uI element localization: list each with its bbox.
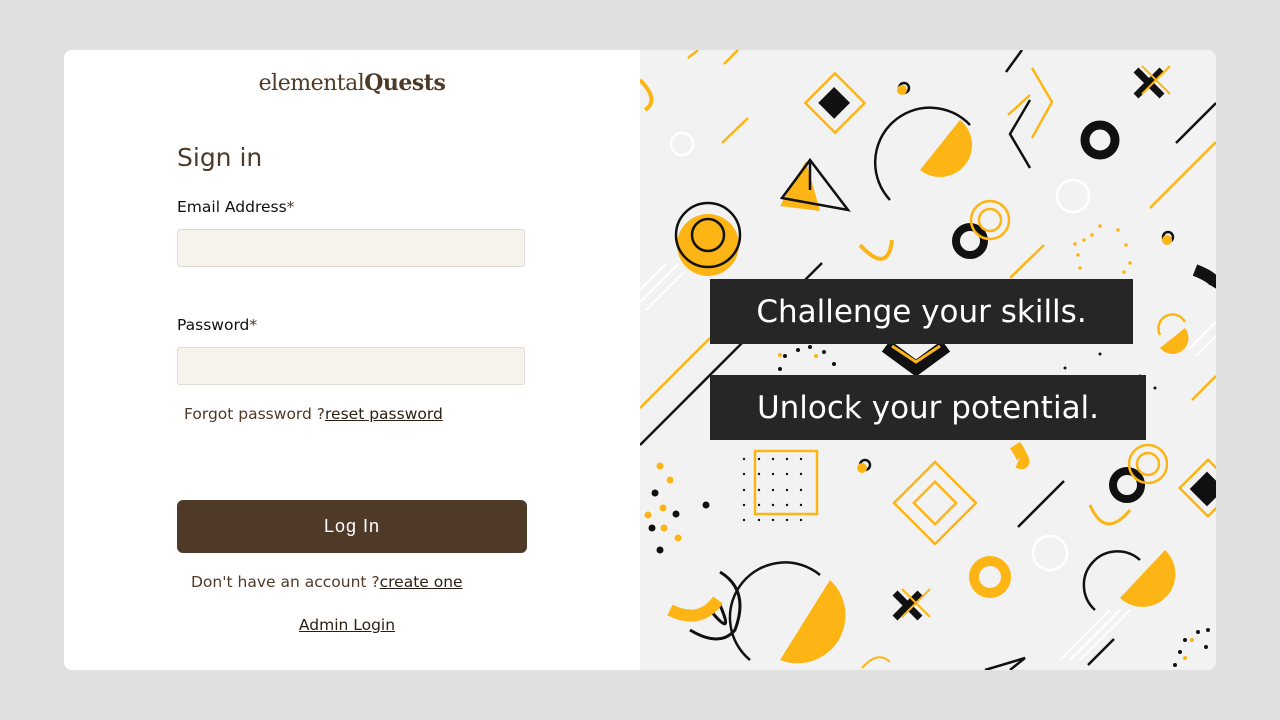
forgot-password-row: Forgot password ?reset password xyxy=(184,405,443,423)
hero-banner-2: Unlock your potential. xyxy=(710,375,1146,440)
required-mark: * xyxy=(286,198,295,216)
password-label-text: Password xyxy=(177,316,250,334)
logo-text-quests: Quests xyxy=(364,70,446,96)
hero-banner-1: Challenge your skills. xyxy=(710,279,1133,344)
email-label-text: Email Address xyxy=(177,198,287,216)
login-button[interactable]: Log In xyxy=(177,500,527,553)
page-title: Sign in xyxy=(177,143,263,172)
password-label: Password* xyxy=(177,316,257,334)
signin-panel: elementalQuests Sign in Email Address* P… xyxy=(64,50,640,670)
geometric-pattern-illustration xyxy=(640,50,1216,670)
admin-login-link[interactable]: Admin Login xyxy=(64,616,630,634)
logo-text-elemental: elemental xyxy=(258,71,365,96)
create-account-row: Don't have an account ?create one xyxy=(191,573,463,591)
required-mark: * xyxy=(249,316,258,334)
create-account-link[interactable]: create one xyxy=(380,573,463,591)
brand-logo: elementalQuests xyxy=(64,70,640,96)
email-field[interactable] xyxy=(177,229,525,267)
password-field[interactable] xyxy=(177,347,525,385)
login-card: elementalQuests Sign in Email Address* P… xyxy=(64,50,1216,670)
forgot-password-text: Forgot password ? xyxy=(184,405,326,423)
reset-password-link[interactable]: reset password xyxy=(325,405,443,423)
hero-panel: Challenge your skills. Unlock your poten… xyxy=(640,50,1216,670)
email-label: Email Address* xyxy=(177,198,294,216)
no-account-text: Don't have an account ? xyxy=(191,573,380,591)
